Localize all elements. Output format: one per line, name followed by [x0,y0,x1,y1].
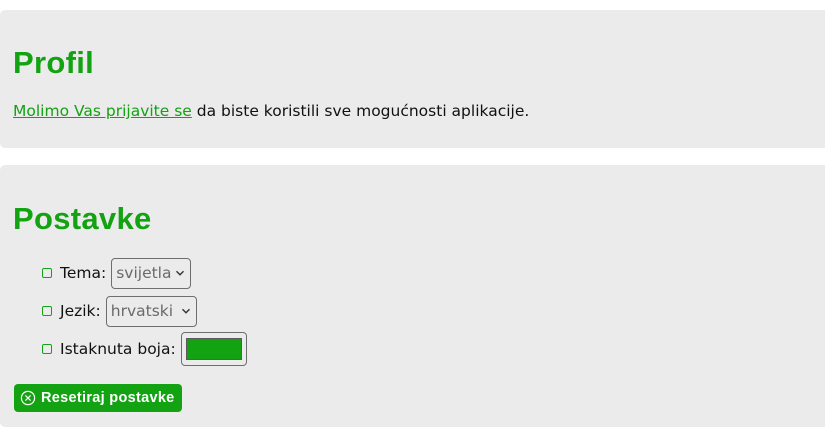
profile-panel: Profil Molimo Vas prijavite se da biste … [0,10,825,148]
list-bullet-icon [42,306,52,316]
language-label: Jezik: [60,302,101,320]
profile-title: Profil [13,45,95,80]
language-select-value: hrvatski [110,302,174,320]
language-select[interactable]: hrvatski [105,295,197,327]
accent-color-picker[interactable] [180,332,247,366]
close-circle-icon [20,390,36,406]
login-link[interactable]: Molimo Vas prijavite se [13,102,192,120]
setting-accent-color: Istaknuta boja: [42,332,247,366]
reset-settings-button[interactable]: Resetiraj postavke [14,384,182,412]
login-prompt: Molimo Vas prijavite se da biste koristi… [13,102,529,120]
settings-title: Postavke [13,201,152,236]
accent-color-label: Istaknuta boja: [60,340,176,358]
reset-settings-label: Resetiraj postavke [41,390,175,406]
list-bullet-icon [42,268,52,278]
accent-color-swatch [185,338,242,360]
theme-select-value: svijetla [116,264,172,282]
theme-label: Tema: [60,264,107,282]
list-bullet-icon [42,344,52,354]
chevron-down-icon [176,270,185,276]
setting-theme: Tema: svijetla [42,257,192,289]
settings-panel: Postavke Tema: svijetla Jezik: hrvatski [0,165,825,427]
login-prompt-suffix: da biste koristili sve mogućnosti aplika… [191,102,530,120]
setting-language: Jezik: hrvatski [42,295,197,327]
theme-select[interactable]: svijetla [111,257,192,289]
chevron-down-icon [181,308,190,314]
